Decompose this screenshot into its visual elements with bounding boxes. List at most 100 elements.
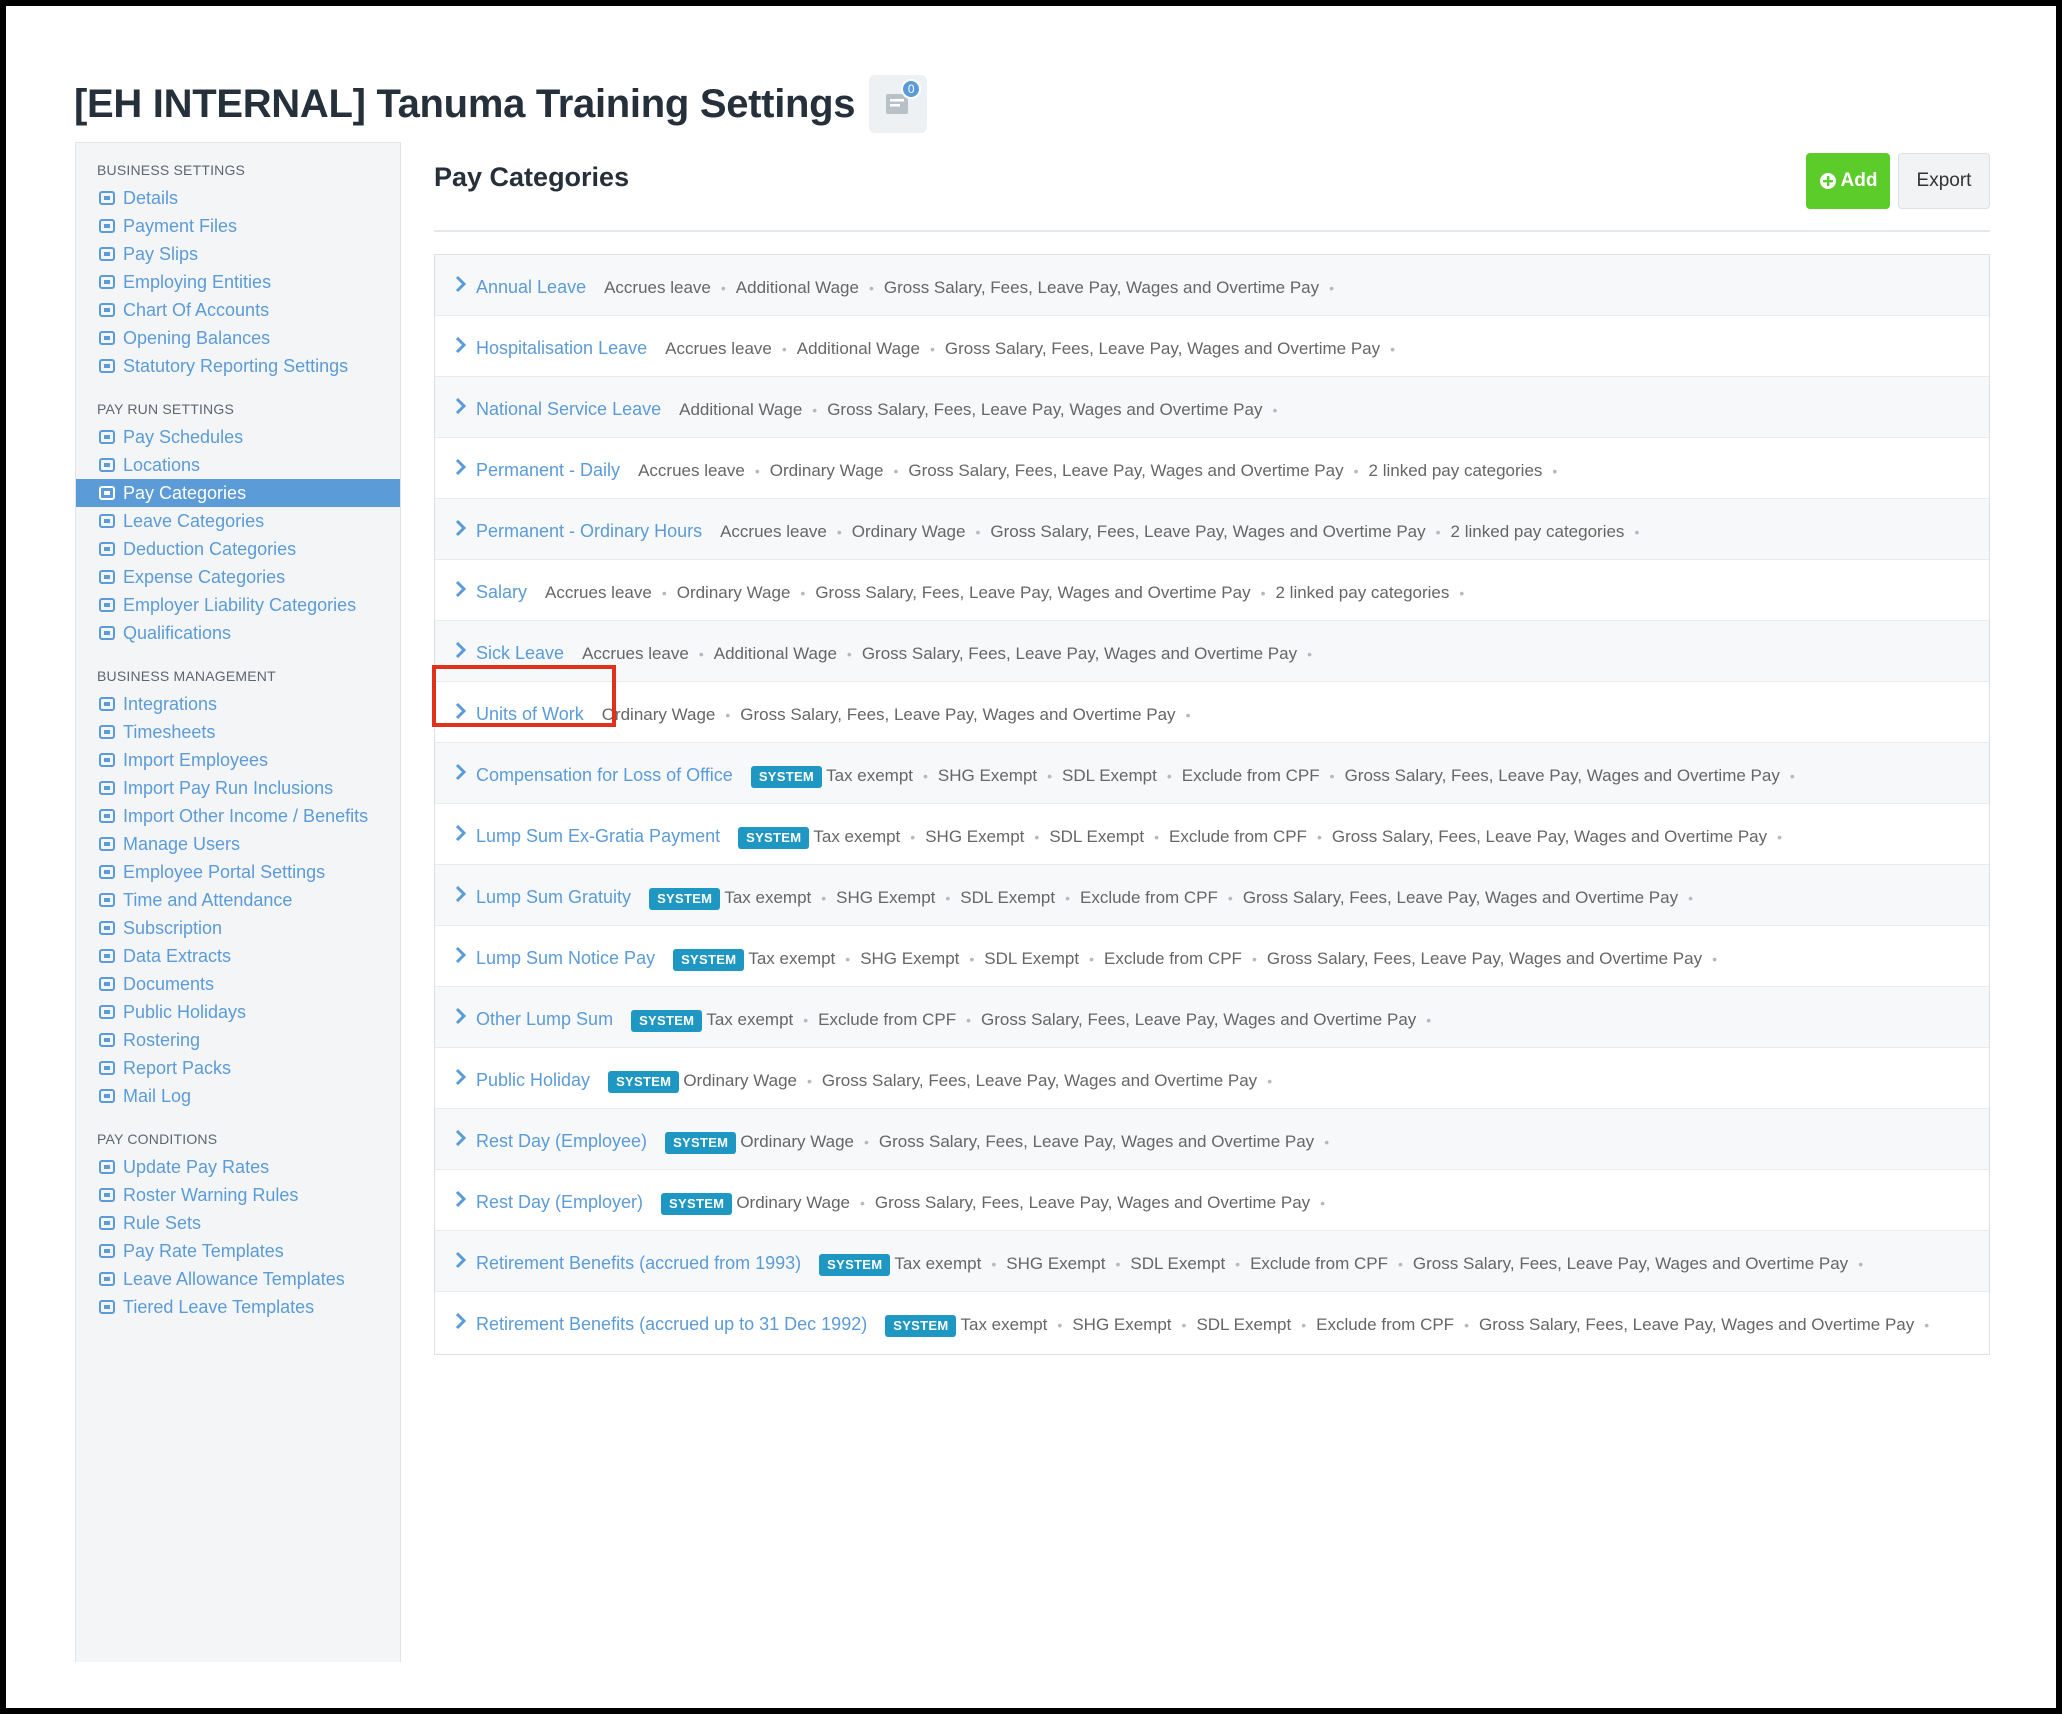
- sidebar-item-opening-balances[interactable]: Opening Balances: [76, 324, 400, 352]
- sidebar-item-manage-users[interactable]: Manage Users: [76, 830, 400, 858]
- chevron-right-icon[interactable]: [455, 454, 471, 480]
- sidebar-item-pay-slips[interactable]: Pay Slips: [76, 240, 400, 268]
- pay-category-row[interactable]: Retirement Benefits (accrued from 1993) S…: [435, 1231, 1989, 1292]
- sidebar-item-mail-log[interactable]: Mail Log: [76, 1082, 400, 1110]
- sidebar-item-update-pay-rates[interactable]: Update Pay Rates: [76, 1153, 400, 1181]
- sidebar-item-pay-categories[interactable]: Pay Categories: [76, 479, 400, 507]
- chevron-right-icon[interactable]: [455, 271, 471, 297]
- separator-dot: •: [1047, 768, 1053, 784]
- pay-category-name[interactable]: Annual Leave: [476, 277, 586, 297]
- chevron-right-icon[interactable]: [455, 1308, 471, 1334]
- pay-category-name[interactable]: Sick Leave: [476, 643, 564, 663]
- notes-button[interactable]: 0: [869, 75, 928, 133]
- sidebar-item-expense-categories[interactable]: Expense Categories: [76, 563, 400, 591]
- pay-category-row[interactable]: Units of Work Ordinary Wage • Gross Salary,…: [435, 682, 1989, 743]
- sidebar-item-import-employees[interactable]: Import Employees: [76, 746, 400, 774]
- pay-category-row[interactable]: Annual Leave Accrues leave • Additional Wag…: [435, 255, 1989, 316]
- pay-category-name[interactable]: Lump Sum Gratuity: [476, 887, 631, 907]
- chevron-right-icon[interactable]: [455, 515, 471, 541]
- sidebar-item-report-packs[interactable]: Report Packs: [76, 1054, 400, 1082]
- sidebar-item-details[interactable]: Details: [76, 184, 400, 212]
- sidebar-item-time-and-attendance[interactable]: Time and Attendance: [76, 886, 400, 914]
- sidebar-item-deduction-categories[interactable]: Deduction Categories: [76, 535, 400, 563]
- sidebar-item-import-pay-run-inclusions[interactable]: Import Pay Run Inclusions: [76, 774, 400, 802]
- sidebar-item-import-other-income-benefits[interactable]: Import Other Income / Benefits: [76, 802, 400, 830]
- sidebar-item-label: Mail Log: [123, 1086, 192, 1106]
- chevron-right-icon[interactable]: [455, 759, 471, 785]
- sidebar-item-payment-files[interactable]: Payment Files: [76, 212, 400, 240]
- sidebar-item-roster-warning-rules[interactable]: Roster Warning Rules: [76, 1181, 400, 1209]
- pay-category-row[interactable]: Rest Day (Employer) SYSTEM Ordinary Wage • G…: [435, 1170, 1989, 1231]
- add-button[interactable]: Add: [1806, 153, 1890, 209]
- chevron-right-icon[interactable]: [455, 942, 471, 968]
- chevron-right-icon[interactable]: [455, 637, 471, 663]
- sidebar-item-public-holidays[interactable]: Public Holidays: [76, 998, 400, 1026]
- chevron-right-icon[interactable]: [455, 1003, 471, 1029]
- sidebar-item-rule-sets[interactable]: Rule Sets: [76, 1209, 400, 1237]
- sidebar-item-pay-schedules[interactable]: Pay Schedules: [76, 423, 400, 451]
- pay-category-name[interactable]: National Service Leave: [476, 399, 661, 419]
- pay-category-row[interactable]: Other Lump Sum SYSTEM Tax exempt • Exclude f…: [435, 987, 1989, 1048]
- pay-category-name[interactable]: Public Holiday: [476, 1070, 590, 1090]
- separator-dot: •: [1426, 1012, 1432, 1028]
- hand-coins-icon: [97, 1157, 117, 1177]
- pay-category-name[interactable]: Rest Day (Employer): [476, 1192, 643, 1212]
- pay-category-property: Exclude from CPF: [1181, 766, 1320, 785]
- pay-category-name[interactable]: Rest Day (Employee): [476, 1131, 647, 1151]
- sidebar-item-tiered-leave-templates[interactable]: Tiered Leave Templates: [76, 1293, 400, 1321]
- chevron-right-icon[interactable]: [455, 332, 471, 358]
- sidebar-item-integrations[interactable]: Integrations: [76, 690, 400, 718]
- sidebar-item-locations[interactable]: Locations: [76, 451, 400, 479]
- chevron-right-icon[interactable]: [455, 1125, 471, 1151]
- sidebar-item-pay-rate-templates[interactable]: Pay Rate Templates: [76, 1237, 400, 1265]
- chevron-right-icon[interactable]: [455, 698, 471, 724]
- pay-category-row[interactable]: Lump Sum Gratuity SYSTEM Tax exempt • SHG Ex…: [435, 865, 1989, 926]
- pay-category-name[interactable]: Retirement Benefits (accrued from 1993): [476, 1253, 801, 1273]
- separator-dot: •: [1267, 1073, 1273, 1089]
- pay-category-row[interactable]: Permanent - Daily Accrues leave • Ordinary …: [435, 438, 1989, 499]
- pay-category-row[interactable]: Retirement Benefits (accrued up to 31 De…: [435, 1292, 1989, 1354]
- sidebar-item-data-extracts[interactable]: Data Extracts: [76, 942, 400, 970]
- sidebar-item-statutory-reporting-settings[interactable]: Statutory Reporting Settings: [76, 352, 400, 380]
- pay-category-name[interactable]: Salary: [476, 582, 527, 602]
- sidebar-item-employer-liability-categories[interactable]: Employer Liability Categories: [76, 591, 400, 619]
- pay-category-row[interactable]: Lump Sum Notice Pay SYSTEM Tax exempt • SHG …: [435, 926, 1989, 987]
- pay-category-row[interactable]: Sick Leave Accrues leave • Additional Wage •…: [435, 621, 1989, 682]
- pay-category-row[interactable]: Lump Sum Ex-Gratia Payment SYSTEM Tax exem…: [435, 804, 1989, 865]
- pay-category-row[interactable]: Permanent - Ordinary Hours Accrues leave •…: [435, 499, 1989, 560]
- pay-category-row[interactable]: Salary Accrues leave • Ordinary Wage • Gross …: [435, 560, 1989, 621]
- sidebar-item-employing-entities[interactable]: Employing Entities: [76, 268, 400, 296]
- sidebar-item-rostering[interactable]: Rostering: [76, 1026, 400, 1054]
- pay-category-row[interactable]: Compensation for Loss of Office SYSTEM Tax…: [435, 743, 1989, 804]
- chevron-right-icon[interactable]: [455, 1064, 471, 1090]
- pay-category-name[interactable]: Retirement Benefits (accrued up to 31 De…: [476, 1314, 867, 1334]
- pay-category-name[interactable]: Lump Sum Ex-Gratia Payment: [476, 826, 720, 846]
- pay-category-name[interactable]: Other Lump Sum: [476, 1009, 613, 1029]
- chevron-right-icon[interactable]: [455, 1186, 471, 1212]
- pay-category-name[interactable]: Permanent - Ordinary Hours: [476, 521, 702, 541]
- chevron-right-icon[interactable]: [455, 393, 471, 419]
- pay-category-row[interactable]: Hospitalisation Leave Accrues leave • Addit…: [435, 316, 1989, 377]
- sidebar-item-qualifications[interactable]: Qualifications: [76, 619, 400, 647]
- chevron-right-icon[interactable]: [455, 1247, 471, 1273]
- pay-category-name[interactable]: Permanent - Daily: [476, 460, 620, 480]
- sidebar-item-documents[interactable]: Documents: [76, 970, 400, 998]
- sidebar-item-timesheets[interactable]: Timesheets: [76, 718, 400, 746]
- pay-category-name[interactable]: Hospitalisation Leave: [476, 338, 647, 358]
- pay-category-row[interactable]: National Service Leave Additional Wage • Gr…: [435, 377, 1989, 438]
- pay-category-name[interactable]: Compensation for Loss of Office: [476, 765, 733, 785]
- export-button[interactable]: Export: [1898, 153, 1990, 209]
- chevron-right-icon[interactable]: [455, 820, 471, 846]
- pay-category-row[interactable]: Public Holiday SYSTEM Ordinary Wage • Gross …: [435, 1048, 1989, 1109]
- sidebar-item-leave-allowance-templates[interactable]: Leave Allowance Templates: [76, 1265, 400, 1293]
- sidebar-item-subscription[interactable]: Subscription: [76, 914, 400, 942]
- chevron-right-icon[interactable]: [455, 576, 471, 602]
- pay-category-name[interactable]: Lump Sum Notice Pay: [476, 948, 655, 968]
- sidebar-item-employee-portal-settings[interactable]: Employee Portal Settings: [76, 858, 400, 886]
- sidebar-item-chart-of-accounts[interactable]: Chart Of Accounts: [76, 296, 400, 324]
- sidebar-item-leave-categories[interactable]: Leave Categories: [76, 507, 400, 535]
- pay-category-row[interactable]: Rest Day (Employee) SYSTEM Ordinary Wage • G…: [435, 1109, 1989, 1170]
- chevron-right-icon[interactable]: [455, 881, 471, 907]
- pay-category-property: Exclude from CPF: [1250, 1254, 1389, 1273]
- pay-category-name[interactable]: Units of Work: [476, 704, 584, 724]
